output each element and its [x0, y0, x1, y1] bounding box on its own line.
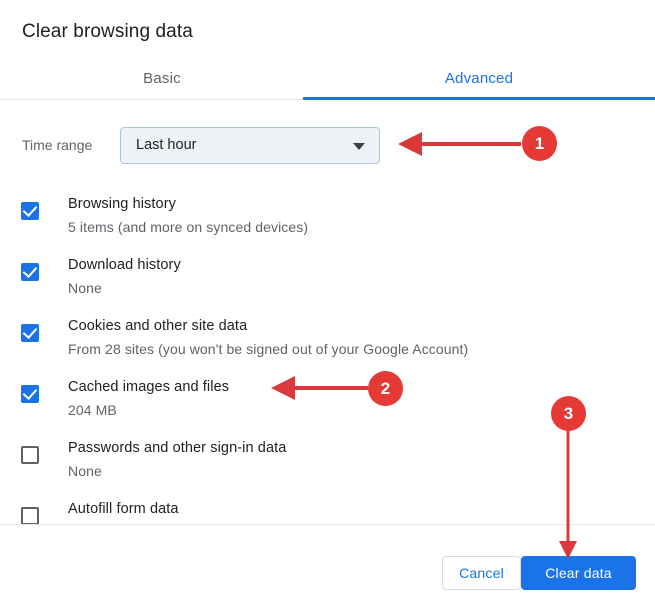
page-title: Clear browsing data — [22, 21, 193, 42]
annotation-marker-2: 2 — [368, 371, 403, 406]
time-range-label: Time range — [22, 137, 93, 153]
check-icon — [22, 262, 38, 279]
option-row-passwords[interactable]: Passwords and other sign-in data None — [0, 434, 655, 495]
option-subtitle: 204 MB — [68, 402, 117, 418]
clear-data-button[interactable]: Clear data — [521, 556, 636, 590]
clear-browsing-data-dialog: Clear browsing data Basic Advanced Time … — [0, 0, 655, 600]
option-row-autofill[interactable]: Autofill form data — [0, 495, 655, 524]
dialog-footer: Cancel Clear data — [0, 525, 655, 600]
checkbox-browsing-history[interactable] — [21, 201, 39, 220]
option-title: Cached images and files — [68, 379, 230, 395]
time-range-value: Last hour — [136, 137, 197, 153]
annotation-marker-3: 3 — [551, 396, 586, 431]
option-title: Passwords and other sign-in data — [68, 440, 287, 456]
option-row-cookies[interactable]: Cookies and other site data From 28 site… — [0, 312, 655, 373]
option-title: Browsing history — [68, 196, 176, 212]
checkbox-cookies[interactable] — [21, 323, 39, 342]
annotation-marker-1: 1 — [522, 126, 557, 161]
tab-advanced[interactable]: Advanced — [303, 60, 655, 102]
checkbox-passwords[interactable] — [21, 446, 39, 464]
tabstrip-baseline — [0, 99, 303, 100]
options-list[interactable]: Browsing history 5 items (and more on sy… — [0, 190, 655, 524]
tab-basic[interactable]: Basic — [22, 60, 302, 102]
option-subtitle: 5 items (and more on synced devices) — [68, 219, 309, 235]
option-title: Cookies and other site data — [68, 318, 248, 334]
check-icon — [22, 384, 38, 401]
option-title: Download history — [68, 257, 181, 273]
tabstrip: Basic Advanced — [0, 60, 655, 102]
cancel-button[interactable]: Cancel — [442, 556, 521, 590]
option-subtitle: None — [68, 280, 102, 296]
check-icon — [22, 323, 38, 340]
checkbox-cached-images[interactable] — [21, 384, 39, 403]
check-icon — [22, 201, 38, 218]
active-tab-indicator — [303, 97, 655, 100]
checkbox-autofill[interactable] — [21, 507, 39, 524]
time-range-dropdown[interactable]: Last hour — [120, 127, 380, 164]
checkbox-download-history[interactable] — [21, 262, 39, 281]
option-row-download-history[interactable]: Download history None — [0, 251, 655, 312]
option-subtitle: None — [68, 463, 102, 479]
option-title: Autofill form data — [68, 501, 179, 517]
option-subtitle: From 28 sites (you won't be signed out o… — [68, 341, 469, 357]
option-row-browsing-history[interactable]: Browsing history 5 items (and more on sy… — [0, 190, 655, 251]
chevron-down-icon — [353, 143, 365, 150]
